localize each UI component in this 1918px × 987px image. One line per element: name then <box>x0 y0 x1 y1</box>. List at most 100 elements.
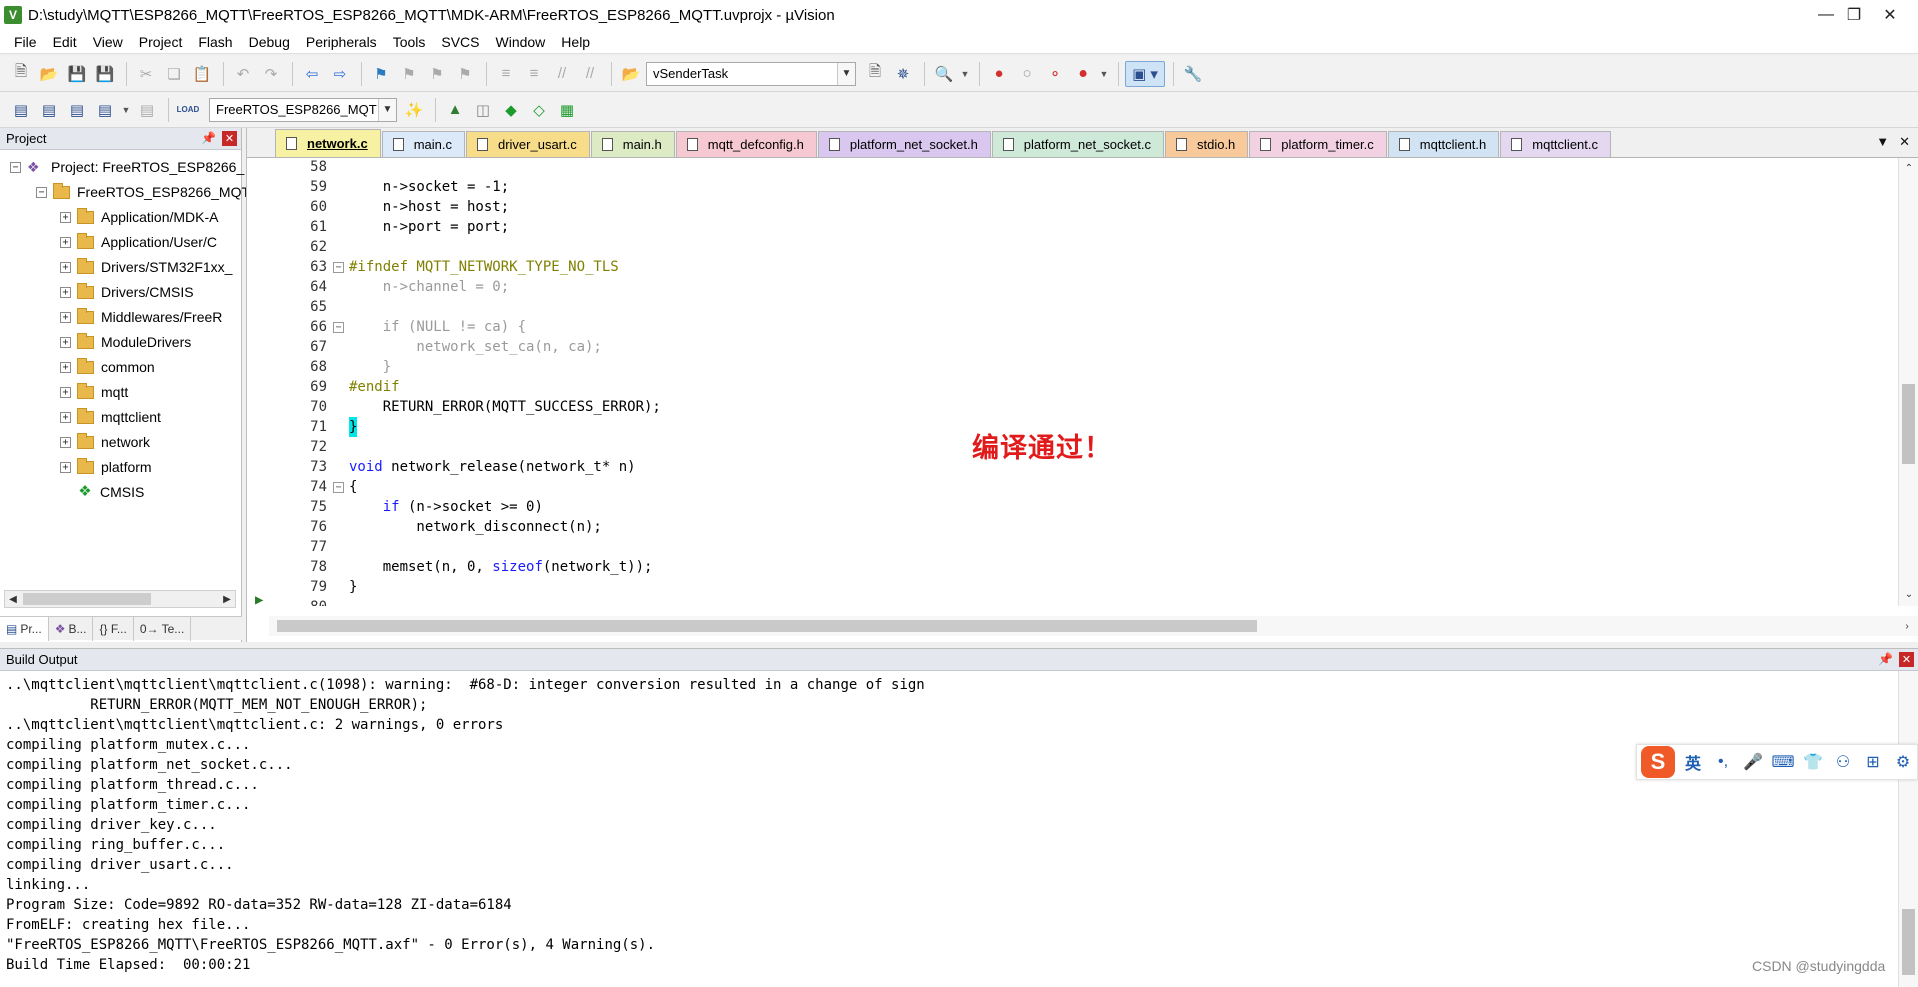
tree-group[interactable]: + network <box>60 430 150 454</box>
menu-svcs[interactable]: SVCS <box>433 30 487 54</box>
chevron-down-icon[interactable]: ▼ <box>837 62 855 85</box>
download-button[interactable]: LOAD <box>175 97 201 123</box>
debug-session-button[interactable]: 🔍 <box>931 61 957 87</box>
apps-grid-icon[interactable]: ⊞ <box>1861 752 1885 772</box>
rebuild-button[interactable]: ▤ <box>64 97 90 123</box>
navigate-back-button[interactable]: ⇦ <box>299 61 325 87</box>
tree-group[interactable]: + Application/User/C <box>60 230 217 254</box>
save-button[interactable]: 💾 <box>64 61 90 87</box>
incremental-find-button[interactable]: 🗎 <box>862 61 888 87</box>
bookmark-clear-button[interactable]: ⚑ <box>452 61 478 87</box>
tab-list-icon[interactable]: ▼ <box>1876 134 1889 150</box>
fold-toggle-icon[interactable]: − <box>333 322 344 333</box>
file-tab[interactable]: network.c <box>275 129 381 157</box>
tree-group[interactable]: + mqttclient <box>60 405 161 429</box>
scrollbar-thumb[interactable] <box>1902 909 1915 975</box>
keyboard-icon[interactable]: ⌨ <box>1771 752 1795 772</box>
configure-button[interactable]: 🔧 <box>1180 61 1206 87</box>
scrollbar-thumb[interactable] <box>23 593 151 605</box>
close-button[interactable]: ✕ <box>1862 0 1918 30</box>
tab-books[interactable]: ❖ B... <box>49 617 94 641</box>
menu-view[interactable]: View <box>85 30 131 54</box>
build-output-scrollbar[interactable] <box>1898 671 1918 987</box>
build-button[interactable]: ▤ <box>36 97 62 123</box>
open-file-button[interactable]: 📂 <box>36 61 62 87</box>
menu-window[interactable]: Window <box>488 30 554 54</box>
tree-group[interactable]: + Middlewares/FreeR <box>60 305 222 329</box>
undo-button[interactable]: ↶ <box>230 61 256 87</box>
scrollbar-thumb[interactable] <box>1902 384 1915 464</box>
ime-language-toggle[interactable]: 英 <box>1681 750 1705 774</box>
build-output-text[interactable]: ..\mqttclient\mqttclient\mqttclient.c(10… <box>6 675 1886 985</box>
find-in-files-button[interactable]: 📂 <box>618 61 644 87</box>
file-tab[interactable]: main.c <box>381 131 465 157</box>
tab-functions[interactable]: {} F... <box>93 617 134 641</box>
fold-toggle-icon[interactable]: − <box>333 482 344 493</box>
expand-icon[interactable]: + <box>60 211 71 223</box>
expand-icon[interactable]: + <box>60 336 71 348</box>
expand-icon[interactable]: + <box>60 236 71 248</box>
chevron-down-icon[interactable]: ▼ <box>378 98 396 121</box>
tree-group[interactable]: + Drivers/STM32F1xx_ <box>60 255 232 279</box>
tree-group[interactable]: + platform <box>60 455 152 479</box>
comment-button[interactable]: // <box>549 61 575 87</box>
expand-icon[interactable]: + <box>60 286 71 298</box>
ime-punctuation-toggle[interactable]: •, <box>1711 753 1735 771</box>
skin-icon[interactable]: 👕 <box>1801 752 1825 772</box>
enable-breakpoint-button[interactable]: ○ <box>1014 61 1040 87</box>
debug-dropdown[interactable]: ▼ <box>959 61 971 87</box>
gear-icon[interactable]: ⚙ <box>1891 752 1915 772</box>
target-combo[interactable]: FreeRTOS_ESP8266_MQT ▼ <box>209 97 397 122</box>
bookmark-next-button[interactable]: ⚑ <box>424 61 450 87</box>
expand-icon[interactable]: + <box>60 261 71 273</box>
manage-components-button[interactable]: ▲ <box>442 97 468 123</box>
kill-all-breakpoints-button[interactable]: ⚫ <box>1070 61 1096 87</box>
save-all-button[interactable]: 💾 <box>92 61 118 87</box>
expand-icon[interactable]: + <box>60 436 71 448</box>
tree-cmsis[interactable]: ❖ CMSIS <box>77 480 144 504</box>
uncomment-button[interactable]: // <box>577 61 603 87</box>
expand-icon[interactable]: + <box>60 386 71 398</box>
menu-debug[interactable]: Debug <box>241 30 298 54</box>
file-tab[interactable]: platform_net_socket.c <box>991 131 1164 157</box>
file-tab[interactable]: stdio.h <box>1164 131 1249 157</box>
toolbox-icon[interactable]: ⚇ <box>1831 752 1855 772</box>
close-panel-icon[interactable]: ✕ <box>1899 652 1914 667</box>
pin-icon[interactable]: 📌 <box>1878 652 1893 667</box>
cut-button[interactable]: ✂ <box>133 61 159 87</box>
editor-horizontal-scrollbar[interactable]: › <box>269 616 1918 636</box>
menu-project[interactable]: Project <box>131 30 191 54</box>
tree-group[interactable]: + Drivers/CMSIS <box>60 280 194 304</box>
file-tab[interactable]: mqttclient.h <box>1387 131 1500 157</box>
unindent-button[interactable]: ≡ <box>521 61 547 87</box>
file-tab[interactable]: mqttclient.c <box>1500 131 1612 157</box>
tree-group[interactable]: + Application/MDK-A <box>60 205 219 229</box>
file-tab[interactable]: driver_usart.c <box>465 131 590 157</box>
file-tab[interactable]: mqtt_defconfig.h <box>675 131 817 157</box>
tab-templates[interactable]: 0→ Te... <box>134 617 192 641</box>
window-layout-button[interactable]: ▣ ▾ <box>1125 60 1165 87</box>
expand-icon[interactable]: + <box>60 461 71 473</box>
tree-project-root[interactable]: − ❖ Project: FreeRTOS_ESP8266_ <box>10 155 244 179</box>
microphone-icon[interactable]: 🎤 <box>1741 752 1765 772</box>
find-replace-button[interactable]: ✵ <box>890 61 916 87</box>
expand-icon[interactable]: + <box>60 311 71 323</box>
select-packs-button[interactable]: ◇ <box>526 97 552 123</box>
menu-flash[interactable]: Flash <box>190 30 240 54</box>
expand-icon[interactable]: + <box>60 361 71 373</box>
menu-edit[interactable]: Edit <box>45 30 85 54</box>
insert-breakpoint-button[interactable]: ● <box>986 61 1012 87</box>
disable-all-breakpoints-button[interactable]: ⚬ <box>1042 61 1068 87</box>
menu-tools[interactable]: Tools <box>385 30 434 54</box>
scroll-up-icon[interactable]: ⌃ <box>1901 160 1917 176</box>
pack-installer-button[interactable]: ▦ <box>554 97 580 123</box>
file-tab[interactable]: platform_net_socket.h <box>817 131 991 157</box>
copy-button[interactable]: ❏ <box>161 61 187 87</box>
bookmark-prev-button[interactable]: ⚑ <box>396 61 422 87</box>
tree-group[interactable]: + mqtt <box>60 380 128 404</box>
breakpoint-dropdown[interactable]: ▼ <box>1098 61 1110 87</box>
code-editor[interactable]: ▶ 58 59 n->socket = -1; 60 n->host = host;… <box>247 158 1899 606</box>
scroll-right-icon[interactable]: ▶ <box>219 591 235 607</box>
file-extensions-button[interactable]: ◫ <box>470 97 496 123</box>
target-options-button[interactable]: ✨ <box>401 97 427 123</box>
